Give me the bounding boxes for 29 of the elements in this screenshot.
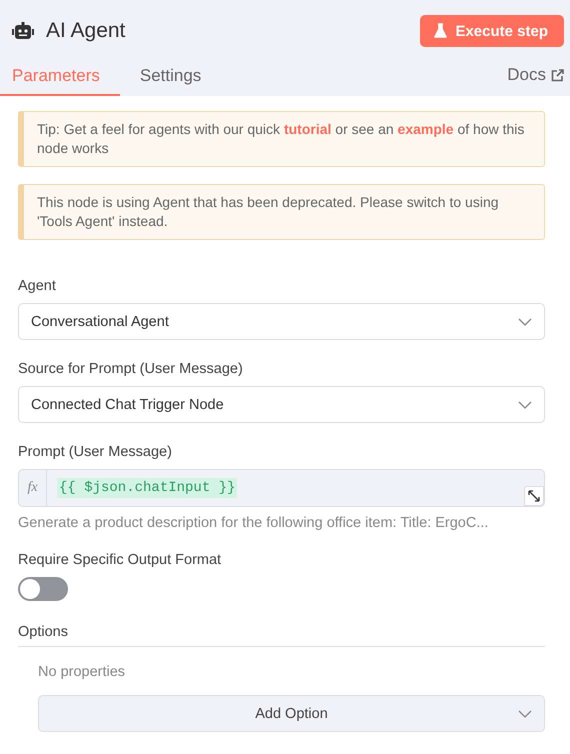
chevron-down-icon [518,710,532,718]
notice-text: This node is using Agent that has been deprecated. Please switch to using 'Tools Agent' instead. [18,184,545,240]
expression-field[interactable]: fx {{ $json.chatInput }} [18,469,545,507]
chevron-down-icon [518,318,532,326]
expression-value: {{ $json.chatInput }} [57,478,238,498]
chevron-down-icon [518,400,532,408]
dropdown-select[interactable]: Connected Chat Trigger Node [18,386,545,423]
toggle-switch[interactable] [18,577,68,601]
expression-preview: Generate a product description for the following office item: Title: ErgoC... [18,515,490,531]
execute-button[interactable]: Execute step [420,15,564,47]
empty-text: No properties [38,664,126,680]
docs-link[interactable]: Docs [507,58,564,96]
expand-icon[interactable] [524,486,544,506]
field-label: Prompt (User Message) [18,444,173,460]
add-option-button[interactable]: Add Option [38,695,545,732]
node-title: AI Agent [46,19,126,43]
field-label: Source for Prompt (User Message) [18,361,244,377]
options-heading: Options [18,624,545,647]
robot-icon [12,22,34,40]
flask-icon [434,23,448,39]
external-link-icon [551,68,564,82]
dropdown-select[interactable]: Conversational Agent [18,303,545,340]
field-label: Require Specific Output Format [18,552,222,568]
field-label: Agent [18,278,57,294]
tab[interactable]: Settings [120,58,222,96]
fx-label: fx [19,470,47,506]
notice-text: Tip: Get a feel for agents with our quick tutorial or see an example of how this node works [18,111,545,167]
notice-link[interactable]: example [398,121,454,137]
notice-link[interactable]: tutorial [284,121,332,137]
